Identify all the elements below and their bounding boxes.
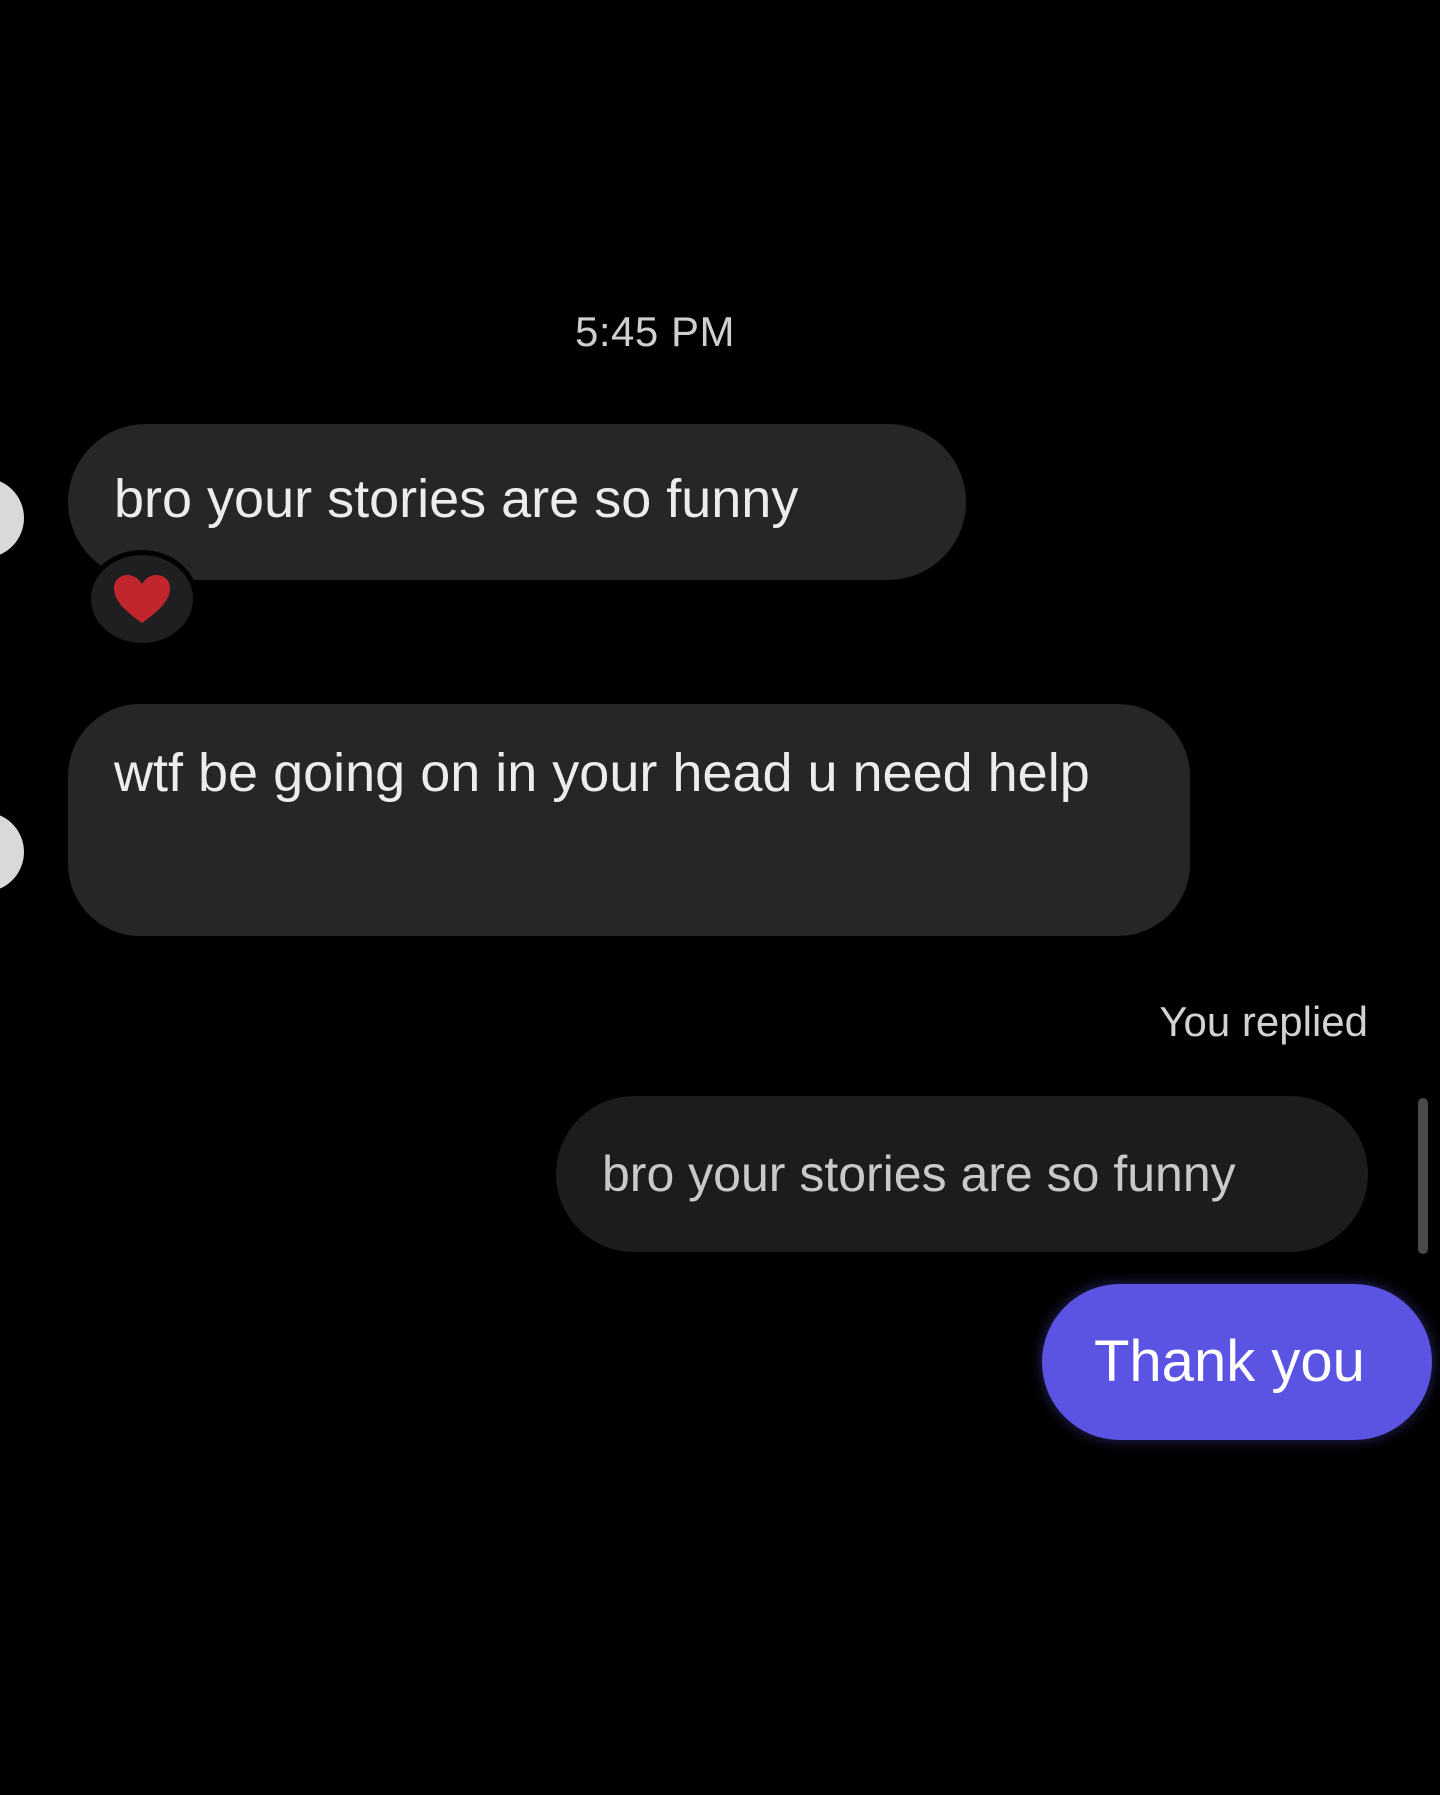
incoming-message-bubble[interactable]: wtf be going on in your head u need help bbox=[68, 704, 1190, 936]
heart-icon bbox=[114, 575, 170, 623]
message-text: Thank you bbox=[1094, 1329, 1365, 1394]
quoted-message-text: bro your stories are so funny bbox=[602, 1146, 1236, 1202]
message-text: wtf be going on in your head u need help bbox=[114, 743, 1090, 803]
message-timestamp: 5:45 PM bbox=[575, 308, 735, 355]
quoted-message[interactable]: bro your stories are so funny bbox=[556, 1096, 1368, 1252]
outgoing-message-bubble[interactable]: Thank you bbox=[1042, 1284, 1432, 1440]
sender-avatar[interactable] bbox=[0, 478, 24, 558]
incoming-message-bubble[interactable]: bro your stories are so funny bbox=[68, 424, 966, 580]
reply-label: You replied bbox=[1159, 998, 1368, 1045]
sender-avatar[interactable] bbox=[0, 812, 24, 892]
quote-indicator-bar bbox=[1418, 1098, 1428, 1254]
message-text: bro your stories are so funny bbox=[114, 469, 799, 529]
chat-thread: 5:45 PM bro your stories are so funny wt… bbox=[0, 0, 1440, 1795]
message-reaction[interactable] bbox=[86, 550, 198, 648]
